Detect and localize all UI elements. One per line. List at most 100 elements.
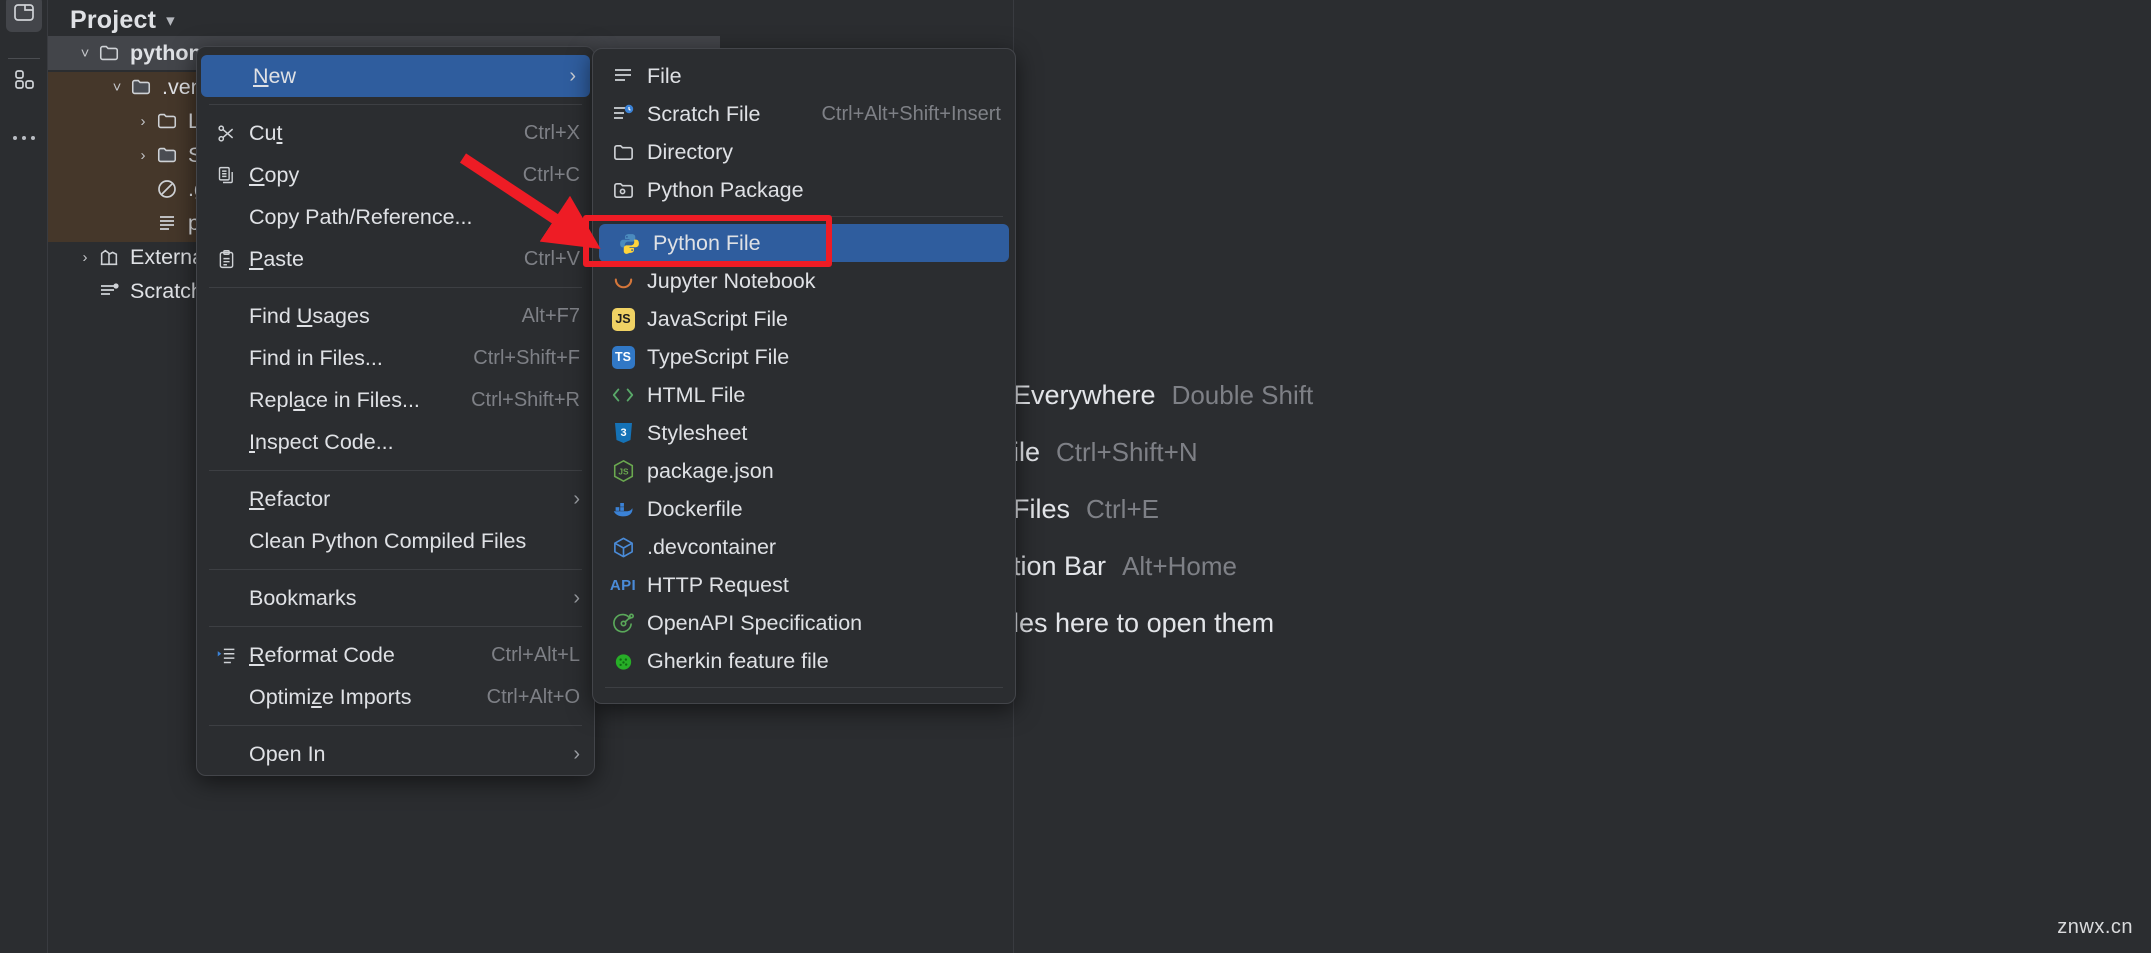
sidebar-item-structure[interactable] <box>6 63 42 99</box>
watermark: znwx.cn <box>2057 916 2133 938</box>
context-menu-shortcut: Ctrl+Shift+F <box>473 346 580 369</box>
context-menu-item-bookmarks[interactable]: Bookmarks › <box>197 577 594 619</box>
submenu-item-openapi-specification[interactable]: OpenAPI Specification <box>593 604 1015 642</box>
hint-text: les here to open them <box>1013 608 1275 638</box>
tree-item-label: Externa <box>130 244 205 269</box>
api-icon: API <box>607 577 639 594</box>
submenu-item-package-json[interactable]: JS package.json <box>593 452 1015 490</box>
ts-badge: TS <box>611 345 635 369</box>
menu-separator <box>209 287 582 288</box>
submenu-item-stylesheet[interactable]: 3 Stylesheet <box>593 414 1015 452</box>
chevron-right-icon[interactable]: › <box>132 147 154 164</box>
chevron-down-icon[interactable]: ˅ <box>74 45 96 62</box>
css-icon: 3 <box>607 421 639 445</box>
javascript-icon: JS <box>607 307 639 331</box>
chevron-right-icon: › <box>573 586 580 609</box>
submenu-item-devcontainer[interactable]: .devcontainer <box>593 528 1015 566</box>
scissors-icon <box>211 123 241 144</box>
svg-text:JS: JS <box>618 467 629 477</box>
context-menu-item-cut[interactable]: Cut Ctrl+X <box>197 112 594 154</box>
submenu-item-python-file[interactable]: Python File <box>599 224 1009 262</box>
hint-row: Files Ctrl+E <box>1013 494 2151 551</box>
scratch-file-icon <box>607 102 639 126</box>
tree-item-label: python <box>130 40 202 65</box>
context-menu-item-reformat-code[interactable]: Reformat Code Ctrl+Alt+L <box>197 634 594 676</box>
submenu-item-python-package[interactable]: Python Package <box>593 171 1015 209</box>
hint-row: tion Bar Alt+Home <box>1013 551 2151 608</box>
folder-icon <box>607 141 639 164</box>
submenu-label: Stylesheet <box>647 420 748 445</box>
context-menu-item-open-in[interactable]: Open In › <box>197 733 594 775</box>
submenu-item-gherkin-feature-file[interactable]: Gherkin feature file <box>593 642 1015 680</box>
context-menu-label: Refactor <box>249 486 331 511</box>
folder-icon <box>154 108 180 134</box>
hint-shortcut: Double Shift <box>1171 380 1314 410</box>
context-menu-label: Reformat Code <box>249 642 395 667</box>
submenu-label: Python File <box>653 230 761 255</box>
context-menu-item-find-usages[interactable]: Find Usages Alt+F7 <box>197 295 594 337</box>
context-menu-item-replace-in-files[interactable]: Replace in Files... Ctrl+Shift+R <box>197 379 594 421</box>
sidebar-item-project[interactable] <box>6 0 42 32</box>
context-menu-label: Open In <box>249 741 326 766</box>
hint-text: Files <box>1013 494 1071 524</box>
library-icon <box>96 244 122 270</box>
folder-icon <box>128 74 154 100</box>
chevron-down-icon[interactable]: ▾ <box>166 12 175 29</box>
submenu-label: File <box>647 63 682 88</box>
hint-text: tion Bar <box>1013 551 1107 581</box>
activity-bar <box>0 0 48 953</box>
context-menu-item-find-in-files[interactable]: Find in Files... Ctrl+Shift+F <box>197 337 594 379</box>
submenu-label: HTTP Request <box>647 572 789 597</box>
cucumber-icon <box>607 650 639 673</box>
submenu-label: Gherkin feature file <box>647 648 829 673</box>
sidebar-item-more[interactable] <box>6 120 42 156</box>
grid-squares-icon <box>12 67 36 96</box>
context-menu-item-refactor[interactable]: Refactor › <box>197 478 594 520</box>
hint-shortcut: Ctrl+Shift+N <box>1056 437 1198 467</box>
hint-text: Everywhere <box>1013 380 1156 410</box>
menu-separator <box>209 626 582 627</box>
hint-text: ile <box>1013 437 1041 467</box>
chevron-right-icon[interactable]: › <box>132 113 154 130</box>
context-menu-item-new[interactable]: New › <box>201 55 590 97</box>
editor-empty-hints: Everywhere Double Shift ile Ctrl+Shift+N… <box>1013 380 2151 665</box>
context-menu-label: Bookmarks <box>249 585 357 610</box>
submenu-item-directory[interactable]: Directory <box>593 133 1015 171</box>
devcontainer-cube-icon <box>607 536 639 559</box>
context-menu-item-inspect-code[interactable]: Inspect Code... <box>197 421 594 463</box>
submenu-item-http-request[interactable]: API HTTP Request <box>593 566 1015 604</box>
context-menu-label: Cut <box>249 120 283 145</box>
openapi-icon <box>607 612 639 635</box>
hint-shortcut: Alt+Home <box>1122 551 1237 581</box>
submenu-item-typescript-file[interactable]: TS TypeScript File <box>593 338 1015 376</box>
python-package-icon <box>607 179 639 202</box>
context-menu-item-optimize-imports[interactable]: Optimize Imports Ctrl+Alt+O <box>197 676 594 718</box>
submenu-item-scratch-file[interactable]: Scratch File Ctrl+Alt+Shift+Insert <box>593 95 1015 133</box>
screenshot-root: Project ▾ ˅ python ˅ .ven › L › p › Exte… <box>0 0 2151 953</box>
context-menu-shortcut: Ctrl+X <box>523 121 580 144</box>
scratch-icon <box>96 278 122 304</box>
context-menu-label: Inspect Code... <box>249 429 394 454</box>
context-menu-shortcut: Ctrl+Shift+R <box>471 388 580 411</box>
red-pointer-arrow <box>459 153 601 249</box>
submenu-item-dockerfile[interactable]: Dockerfile <box>593 490 1015 528</box>
chevron-right-icon[interactable]: › <box>74 249 96 266</box>
copy-icon <box>211 165 241 186</box>
clipboard-icon <box>211 249 241 270</box>
submenu-item-jupyter-notebook[interactable]: Jupyter Notebook <box>593 262 1015 300</box>
hint-row: ile Ctrl+Shift+N <box>1013 437 2151 494</box>
submenu-item-html-file[interactable]: HTML File <box>593 376 1015 414</box>
submenu-label: Python Package <box>647 177 804 202</box>
html-icon <box>607 385 639 405</box>
context-menu-label: Replace in Files... <box>249 387 420 412</box>
submenu-label: JavaScript File <box>647 306 788 331</box>
submenu-item-javascript-file[interactable]: JS JavaScript File <box>593 300 1015 338</box>
submenu-label: Directory <box>647 139 734 164</box>
context-menu-item-clean-python-compiled-files[interactable]: Clean Python Compiled Files <box>197 520 594 562</box>
submenu-item-file[interactable]: File <box>593 57 1015 95</box>
submenu-label: .devcontainer <box>647 534 777 559</box>
new-submenu: File Scratch File Ctrl+Alt+Shift+Insert … <box>592 48 1016 704</box>
chevron-down-icon[interactable]: ˅ <box>106 79 128 96</box>
jupyter-icon <box>607 270 639 293</box>
context-menu-label: Find Usages <box>249 303 370 328</box>
